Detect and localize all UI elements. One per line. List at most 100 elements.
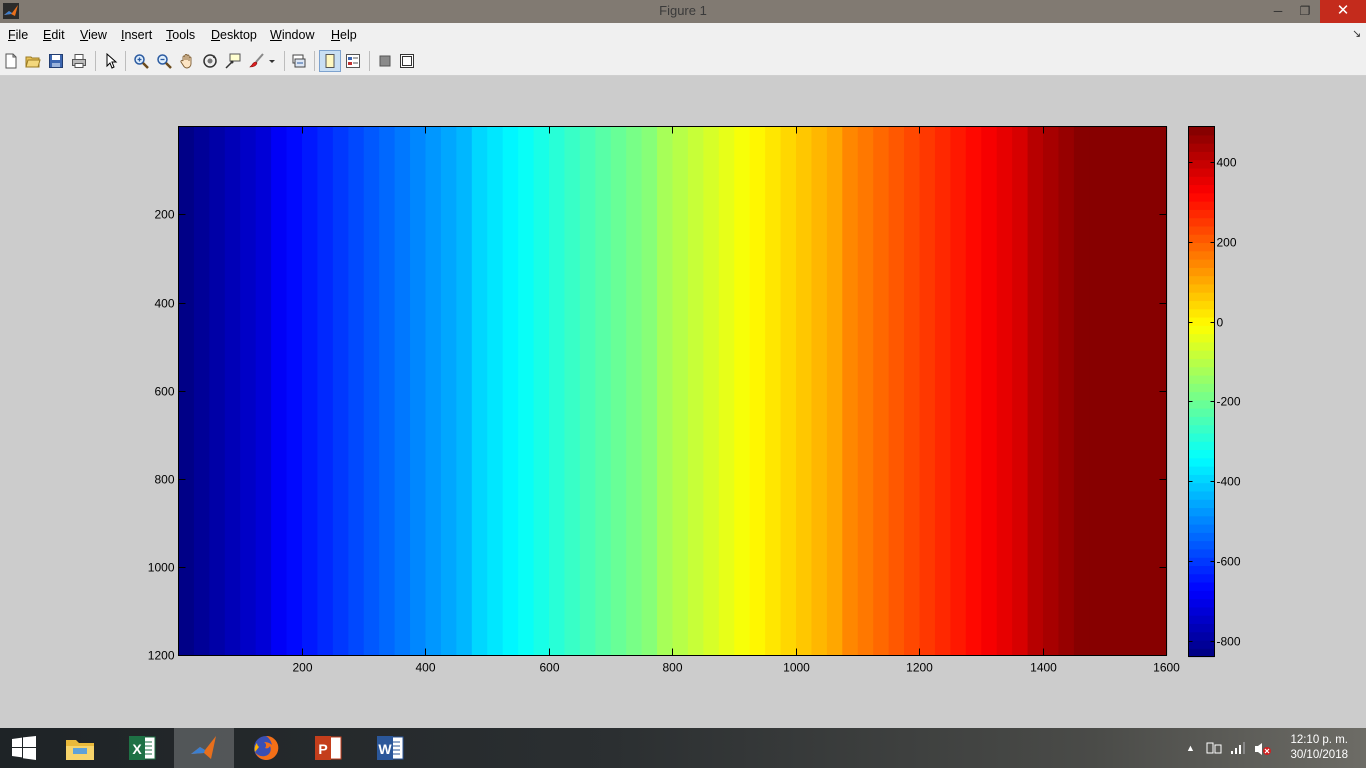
pan-hand-icon[interactable] — [177, 51, 197, 71]
zoom-in-icon[interactable] — [131, 51, 151, 71]
zoom-out-icon[interactable] — [154, 51, 174, 71]
menu-view-accesskey: V — [80, 28, 89, 42]
colorbar-tick-label: -600 — [1217, 555, 1241, 569]
taskbar-clock[interactable]: 12:10 p. m. 30/10/2018 — [1290, 733, 1348, 763]
menu-view[interactable]: View — [80, 28, 107, 42]
colorbar-level — [1188, 449, 1215, 459]
heatmap-chart[interactable]: 200 400 600 800 1000 1200 1400 1600 200 400 600 800… — [0, 76, 1366, 728]
menu-help[interactable]: Help — [331, 28, 357, 42]
colorbar[interactable] — [1188, 126, 1215, 658]
network-signal-icon[interactable] — [1230, 741, 1246, 758]
menu-tools[interactable]: Tools — [166, 28, 195, 42]
menu-file-accesskey: F — [8, 28, 16, 42]
menubar: File Edit View Insert Tools Desktop Wind… — [0, 23, 1366, 47]
colorbar-level — [1188, 325, 1215, 335]
heatmap-cell-column — [919, 126, 936, 656]
powerpoint-icon[interactable]: P — [298, 728, 358, 768]
devices-icon[interactable] — [1206, 741, 1222, 758]
colorbar-level — [1188, 275, 1215, 285]
figure-canvas[interactable]: 200 400 600 800 1000 1200 1400 1600 200 400 600 800… — [0, 76, 1366, 728]
menu-tools-label: ools — [172, 28, 196, 42]
menu-file-label: ile — [15, 28, 29, 42]
heatmap-cell-column — [965, 126, 982, 656]
brush-dropdown-icon[interactable] — [266, 51, 278, 71]
windows-taskbar: X P W ▲ 12:10 p. m. 30/10/2018 — [0, 728, 1366, 768]
hide-plot-tools-icon[interactable] — [319, 50, 341, 72]
colorbar-level — [1188, 259, 1215, 268]
word-icon[interactable]: W — [360, 728, 420, 768]
edit-plot-arrow-icon[interactable] — [101, 51, 121, 71]
brush-icon[interactable] — [247, 51, 267, 71]
excel-icon-letter: X — [132, 741, 142, 757]
heatmap-cell-column — [811, 126, 828, 656]
colorbar-level — [1188, 432, 1215, 442]
colorbar-level — [1188, 292, 1215, 302]
menu-file[interactable]: File — [8, 28, 28, 42]
colorbar-level — [1188, 167, 1215, 177]
heatmap-cell-column — [487, 126, 504, 656]
colorbar-level — [1188, 408, 1215, 417]
heatmap-cell-column — [610, 126, 627, 656]
close-button[interactable]: ✕ — [1320, 0, 1366, 23]
rotate-3d-icon[interactable] — [200, 51, 220, 71]
print-icon[interactable] — [69, 51, 89, 71]
file-explorer-icon[interactable] — [50, 728, 110, 768]
menu-view-label: iew — [88, 28, 107, 42]
heatmap-cell-column — [518, 126, 535, 656]
insert-colorbar-icon[interactable] — [375, 51, 395, 71]
new-figure-icon[interactable] — [1, 51, 21, 71]
insert-legend-icon[interactable] — [397, 51, 417, 71]
open-file-icon[interactable] — [23, 51, 43, 71]
heatmap-cell-column — [394, 126, 411, 656]
data-cursor-icon[interactable] — [223, 51, 243, 71]
window-titlebar[interactable]: Figure 1 ─ ❐ ✕ — [0, 0, 1366, 23]
heatmap-cell-column — [672, 126, 689, 656]
heatmap-cell-column — [703, 126, 720, 656]
colorbar-level — [1188, 283, 1215, 293]
heatmap-cell-column — [363, 126, 380, 656]
colorbar-level — [1188, 383, 1215, 393]
show-plot-tools-icon[interactable] — [343, 51, 363, 71]
colorbar-level — [1188, 316, 1215, 326]
colorbar-tick-label: -400 — [1217, 475, 1241, 489]
heatmap-cell-column — [440, 126, 457, 656]
heatmap-cell-column — [348, 126, 365, 656]
menu-window[interactable]: Window — [270, 28, 314, 42]
heatmap-cell-column — [981, 126, 998, 656]
matlab-icon[interactable] — [174, 728, 234, 768]
heatmap-cell-column — [379, 126, 396, 656]
colorbar-level — [1188, 358, 1215, 368]
menu-edit[interactable]: Edit — [43, 28, 65, 42]
colorbar-level — [1188, 499, 1215, 509]
toolbar-separator — [369, 51, 370, 71]
menu-desktop[interactable]: Desktop — [211, 28, 257, 42]
link-plot-icon[interactable] — [289, 51, 309, 71]
menu-desktop-accesskey: D — [211, 28, 221, 42]
colorbar-level — [1188, 606, 1215, 616]
restore-button[interactable]: ❐ — [1292, 0, 1318, 23]
menu-insert[interactable]: Insert — [121, 28, 152, 42]
heatmap-cell-column — [857, 126, 874, 656]
colorbar-level — [1188, 308, 1215, 318]
colorbar-level — [1188, 242, 1215, 252]
save-icon[interactable] — [46, 51, 66, 71]
colorbar-level — [1188, 623, 1215, 633]
heatmap-cell-column — [302, 126, 319, 656]
colorbar-level — [1188, 631, 1215, 641]
colorbar-level — [1188, 225, 1215, 235]
start-icon[interactable] — [0, 728, 48, 768]
colorbar-level — [1188, 441, 1215, 451]
colorbar-level — [1188, 424, 1215, 434]
minimize-button[interactable]: ─ — [1265, 0, 1291, 23]
excel-icon[interactable]: X — [112, 728, 172, 768]
firefox-icon[interactable] — [236, 728, 296, 768]
colorbar-level — [1188, 615, 1215, 624]
volume-muted-icon[interactable] — [1254, 741, 1272, 760]
colorbar-level — [1188, 515, 1215, 525]
heatmap-cell-column — [209, 126, 226, 656]
colorbar-level — [1188, 466, 1215, 475]
show-hidden-icons-chevron[interactable]: ▲ — [1186, 743, 1195, 753]
dock-figure-icon[interactable]: ↘ — [1352, 27, 1361, 40]
colorbar-level — [1188, 548, 1215, 558]
colorbar-tick-label: -800 — [1217, 635, 1241, 649]
